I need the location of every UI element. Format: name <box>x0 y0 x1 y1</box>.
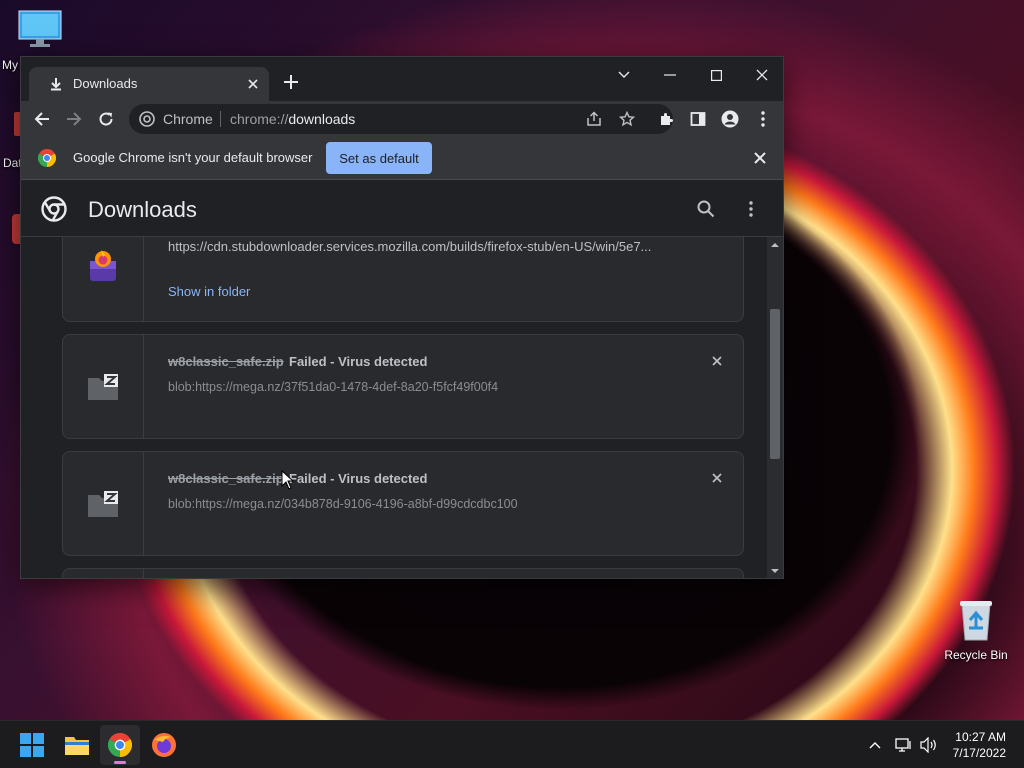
arrow-right-icon <box>67 112 82 126</box>
scrollbar-thumb[interactable] <box>770 309 780 459</box>
file-explorer-icon <box>65 737 89 755</box>
extensions-icon[interactable] <box>658 111 674 127</box>
active-indicator <box>114 761 126 764</box>
chevron-down-icon <box>618 71 630 78</box>
forward-button[interactable] <box>60 105 88 133</box>
firefox-icon <box>152 733 176 757</box>
desktop-icon-data[interactable]: Dat <box>0 112 22 172</box>
download-url: https://cdn.stubdownloader.services.mozi… <box>168 239 652 254</box>
download-url: blob:https://mega.nz/034b878d-9106-4196-… <box>168 497 518 511</box>
chrome-icon <box>108 733 132 757</box>
close-window-button[interactable] <box>747 63 777 87</box>
desktop-icon-my-computer[interactable]: My <box>0 10 62 72</box>
volume-icon[interactable] <box>920 737 938 753</box>
more-options-icon[interactable] <box>749 201 753 217</box>
tab-title: Downloads <box>73 76 138 91</box>
set-as-default-button[interactable]: Set as default <box>326 142 432 174</box>
minimize-icon <box>664 74 676 76</box>
file-explorer-button[interactable] <box>57 725 97 765</box>
close-icon[interactable] <box>247 78 259 90</box>
chevron-up-icon[interactable] <box>869 741 881 749</box>
clock-date: 7/17/2022 <box>952 746 1006 760</box>
back-button[interactable] <box>28 105 56 133</box>
minimize-button[interactable] <box>655 63 685 87</box>
url-text: chrome://downloads <box>230 111 355 127</box>
scroll-up-icon[interactable] <box>767 239 783 251</box>
toolbar: Chrome chrome://downloads <box>21 101 783 137</box>
downloads-list: https://cdn.stubdownloader.services.mozi… <box>21 237 767 578</box>
file-name[interactable]: w8classic_safe.zip <box>168 354 284 369</box>
file-icon-column <box>63 452 144 555</box>
mouse-cursor-icon <box>281 470 295 490</box>
download-item <box>62 568 744 578</box>
system-clock[interactable]: 10:27 AM 7/17/2022 <box>953 729 1006 761</box>
url-scheme: chrome:// <box>230 111 289 127</box>
reload-button[interactable] <box>92 105 120 133</box>
close-icon <box>712 473 722 483</box>
remove-item-button[interactable] <box>707 351 727 371</box>
download-url: blob:https://mega.nz/37f51da0-1478-4def-… <box>168 380 499 394</box>
desktop-icon-label: My <box>2 58 18 72</box>
share-icon[interactable] <box>586 111 602 127</box>
red-app-icon <box>12 214 20 244</box>
arrow-left-icon <box>34 112 49 126</box>
monitor-icon <box>18 10 62 47</box>
network-icon[interactable] <box>895 737 913 753</box>
scroll-down-icon[interactable] <box>767 565 783 577</box>
profile-icon[interactable] <box>721 110 739 128</box>
recycle-bin-icon <box>960 601 992 641</box>
download-icon <box>51 78 61 91</box>
download-status: Failed - Virus detected <box>289 471 428 486</box>
close-icon <box>712 356 722 366</box>
tab-downloads[interactable]: Downloads <box>29 67 269 101</box>
file-icon-column <box>63 335 144 438</box>
chrome-window: Downloads Chrome chrome://downloads Goog… <box>20 56 784 579</box>
firefox-installer-icon <box>90 249 116 281</box>
file-name[interactable]: w8classic_safe.zip <box>168 471 284 486</box>
download-item: https://cdn.stubdownloader.services.mozi… <box>62 237 744 322</box>
start-button[interactable] <box>12 725 52 765</box>
reload-icon <box>99 112 113 126</box>
maximize-button[interactable] <box>701 63 731 87</box>
chrome-taskbar-button[interactable] <box>100 725 140 765</box>
infobar-message: Google Chrome isn't your default browser <box>73 150 313 165</box>
site-label: Chrome <box>163 111 213 127</box>
desktop-icon-label: Dat <box>3 156 22 170</box>
scrollbar[interactable] <box>767 237 783 578</box>
url-path: downloads <box>288 111 356 127</box>
page-title: Downloads <box>88 197 197 222</box>
file-icon-column <box>63 569 144 578</box>
taskbar: 10:27 AM 7/17/2022 <box>0 720 1024 768</box>
clock-time: 10:27 AM <box>955 730 1006 744</box>
download-item: w8classic_safe.zip Failed - Virus detect… <box>62 451 744 556</box>
close-icon[interactable] <box>754 152 766 164</box>
zip-file-icon <box>88 490 118 517</box>
start-icon <box>20 733 44 757</box>
chrome-logo-icon <box>139 111 155 127</box>
download-status: Failed - Virus detected <box>289 354 428 369</box>
side-panel-icon[interactable] <box>690 111 706 127</box>
omnibox-divider <box>220 111 221 127</box>
address-bar[interactable]: Chrome chrome://downloads <box>129 104 673 134</box>
new-tab-icon[interactable] <box>284 75 298 89</box>
default-browser-infobar: Google Chrome isn't your default browser… <box>21 137 783 180</box>
show-in-folder-link[interactable]: Show in folder <box>168 284 250 299</box>
download-item: w8classic_safe.zip Failed - Virus detect… <box>62 334 744 439</box>
search-icon[interactable] <box>697 200 715 218</box>
chrome-logo-icon <box>41 196 67 222</box>
star-icon[interactable] <box>619 111 635 127</box>
tab-strip: Downloads <box>21 57 783 101</box>
downloads-header: Downloads <box>21 181 783 237</box>
firefox-taskbar-button[interactable] <box>144 725 184 765</box>
maximize-icon <box>710 69 722 81</box>
menu-dots-icon[interactable] <box>761 111 765 127</box>
desktop-icon-recycle-bin[interactable]: Recycle Bin <box>940 596 1012 666</box>
zip-file-icon <box>88 373 118 400</box>
remove-item-button[interactable] <box>707 468 727 488</box>
desktop-icon-label: Recycle Bin <box>944 648 1008 662</box>
close-icon <box>756 69 768 81</box>
chrome-logo-icon <box>38 149 56 167</box>
tab-search-button[interactable] <box>609 63 639 87</box>
file-icon-column <box>63 237 144 321</box>
